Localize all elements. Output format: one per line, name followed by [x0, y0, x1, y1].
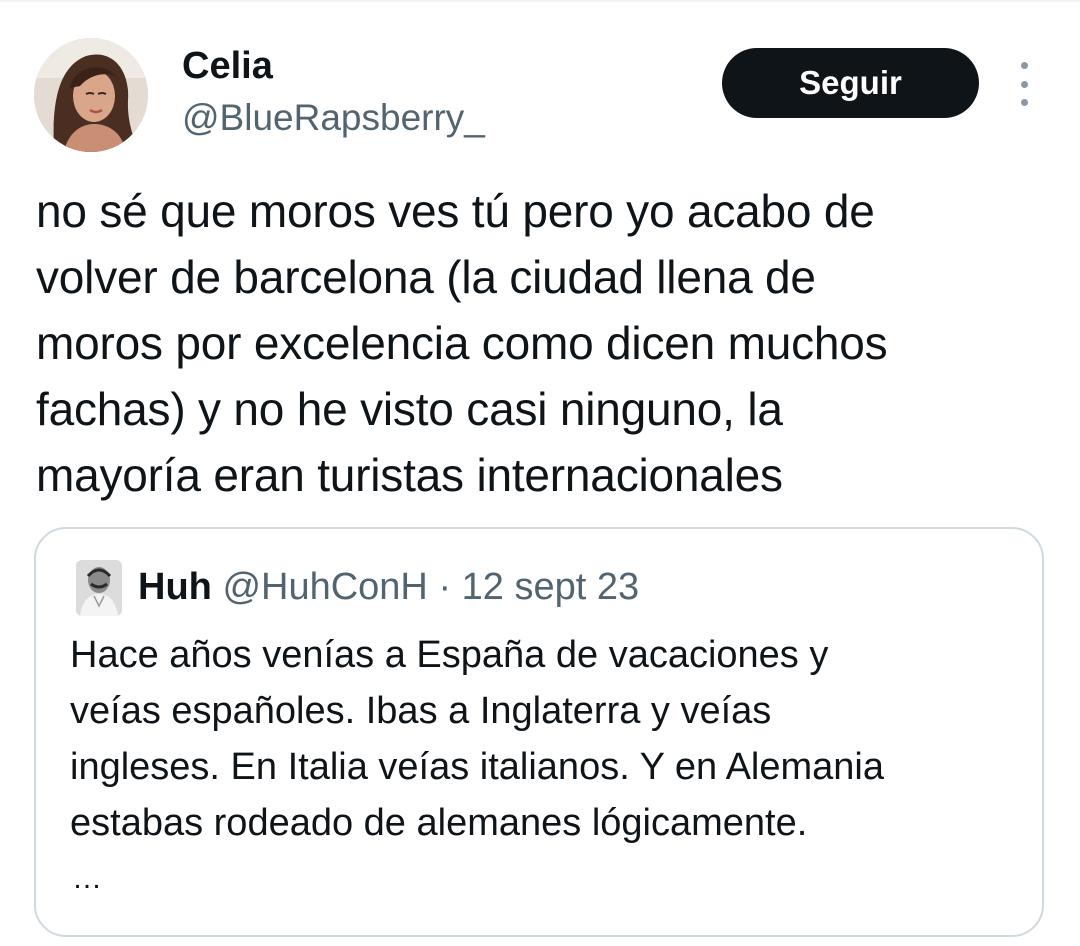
quoted-author-name[interactable]: Huh: [138, 566, 212, 608]
quoted-text-line: estabas rodeado de alemanes lógicamente.: [70, 802, 808, 844]
tweet-text-line: mayoría eran turistas internacionales: [36, 449, 783, 501]
more-vertical-icon-dot: [1020, 99, 1028, 106]
author-avatar-image: [34, 38, 148, 152]
author-name[interactable]: Celia: [182, 42, 273, 90]
quoted-author-handle[interactable]: @HuhConH: [222, 566, 427, 608]
quoted-author-avatar[interactable]: [76, 560, 122, 616]
quoted-text-line: veías españoles. Ibas a Inglaterra y veí…: [70, 690, 772, 732]
more-vertical-icon: [1020, 62, 1028, 69]
quoted-tweet-date[interactable]: 12 sept 23: [462, 566, 639, 608]
tweet-text: no sé que moros ves tú pero yo acabo de …: [36, 178, 1046, 508]
tweet-text-line: moros por excelencia como dicen muchos: [36, 317, 888, 369]
more-vertical-icon-dot: [1020, 80, 1028, 88]
tweet-text-line: no sé que moros ves tú pero yo acabo de: [36, 185, 875, 237]
more-options-button[interactable]: [1010, 62, 1038, 106]
author-handle[interactable]: @BlueRapsberry_: [182, 94, 485, 142]
tweet-text-line: volver de barcelona (la ciudad llena de: [36, 251, 816, 303]
top-divider: [0, 0, 1080, 2]
quoted-tweet-card[interactable]: Huh @HuhConH · 12 sept 23 Hace años vení…: [34, 527, 1044, 937]
quoted-author-avatar-image: [76, 560, 122, 616]
quoted-text-ellipsis: …: [72, 862, 102, 895]
quoted-separator: ·: [438, 566, 452, 608]
tweet-text-line: fachas) y no he visto casi ninguno, la: [36, 383, 783, 435]
quoted-tweet-text: Hace años venías a España de vacaciones …: [70, 627, 1030, 851]
quoted-text-line: Hace años venías a España de vacaciones …: [70, 634, 829, 676]
follow-button[interactable]: Seguir: [722, 48, 979, 118]
quoted-text-line: ingleses. En Italia veías italianos. Y e…: [70, 746, 884, 788]
quoted-tweet-header: Huh @HuhConH · 12 sept 23: [138, 563, 639, 611]
author-avatar[interactable]: [34, 38, 148, 152]
